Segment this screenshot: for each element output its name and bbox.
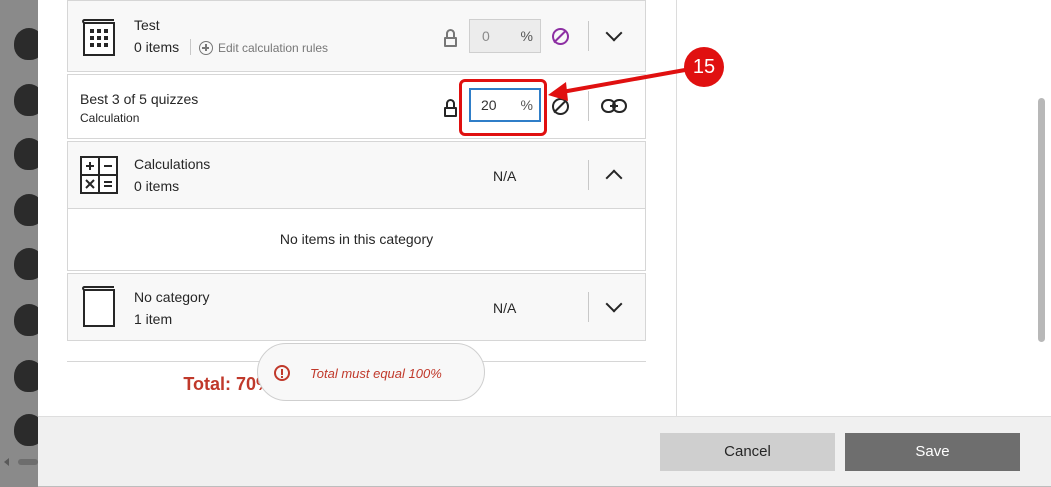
category-row-calculations: Calculations 0 items N/A — [67, 141, 646, 209]
annotation-highlight — [459, 79, 547, 136]
save-button[interactable]: Save — [845, 433, 1020, 471]
separator — [588, 21, 589, 51]
lock-open-icon[interactable] — [444, 99, 458, 117]
document-icon — [82, 286, 115, 327]
background-scrollbar[interactable] — [4, 458, 38, 466]
scrollbar[interactable] — [1038, 98, 1045, 342]
calculation-type: Calculation — [80, 111, 140, 125]
avatar-silhouette — [14, 360, 38, 392]
avatar-silhouette — [14, 414, 38, 446]
step-badge: 15 — [684, 47, 724, 87]
weight-value: N/A — [493, 300, 517, 316]
add-circle-icon — [199, 41, 213, 55]
category-count: 1 item — [134, 311, 173, 327]
weight-value: N/A — [493, 168, 517, 184]
avatar-silhouette — [14, 248, 38, 280]
avatar-silhouette — [14, 28, 38, 60]
chevron-down-icon[interactable] — [605, 24, 623, 42]
weight-input-test[interactable]: 0 % — [469, 19, 541, 53]
calculations-icon — [80, 156, 118, 194]
category-title: No category — [134, 289, 210, 305]
footer-bar: Cancel Save — [38, 416, 1051, 486]
separator — [588, 160, 589, 190]
avatar-silhouette — [14, 304, 38, 336]
avatar-silhouette — [14, 138, 38, 170]
scroll-left-icon — [4, 458, 9, 466]
category-count: 0 items — [134, 178, 180, 194]
background-overlay — [0, 0, 38, 487]
avatar-silhouette — [14, 194, 38, 226]
annotation-arrow — [548, 68, 686, 101]
edit-calculation-rules-link[interactable]: Edit calculation rules — [218, 41, 328, 55]
chevron-down-icon[interactable] — [605, 295, 623, 313]
category-row-no-category: No category 1 item N/A — [67, 273, 646, 341]
error-icon — [274, 365, 290, 381]
separator — [588, 292, 589, 322]
calculation-title: Best 3 of 5 quizzes — [80, 91, 199, 107]
separator — [190, 39, 191, 55]
calculator-icon — [82, 19, 115, 56]
lock-open-icon[interactable] — [444, 29, 458, 47]
error-toast: Total must equal 100% — [257, 343, 485, 401]
chevron-up-icon[interactable] — [605, 169, 623, 187]
cancel-button[interactable]: Cancel — [660, 433, 835, 471]
side-panel — [677, 0, 1051, 416]
category-count: 0 items — [134, 39, 180, 55]
exclude-icon[interactable] — [552, 28, 569, 45]
category-title: Calculations — [134, 156, 211, 172]
category-title: Test — [134, 17, 160, 33]
error-message: Total must equal 100% — [310, 366, 442, 381]
avatar-silhouette — [14, 84, 38, 116]
scroll-thumb[interactable] — [18, 459, 38, 465]
empty-category-message: No items in this category — [67, 209, 646, 271]
